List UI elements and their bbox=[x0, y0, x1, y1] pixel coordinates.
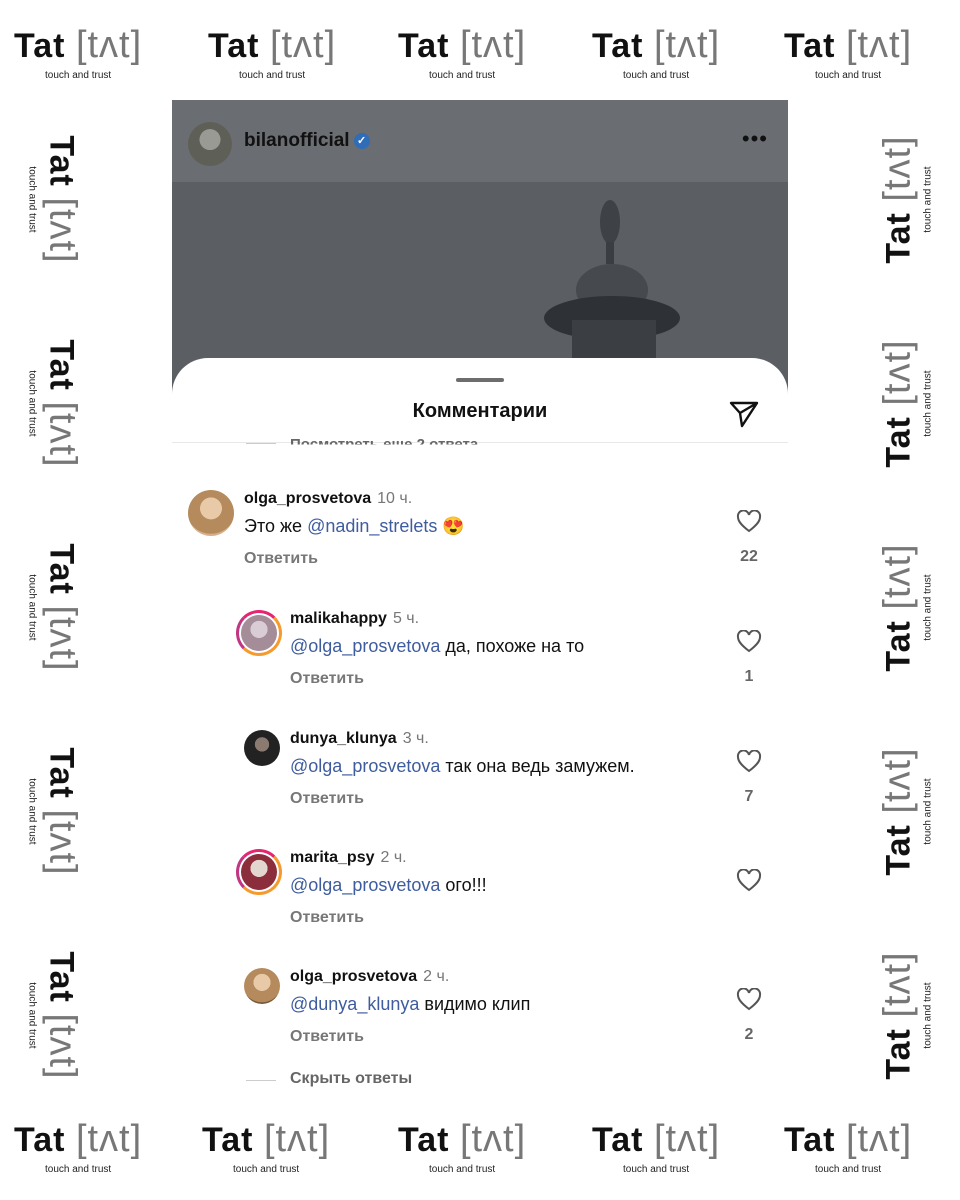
reply-button[interactable]: Ответить bbox=[290, 670, 364, 688]
watermark-logo: Tat [tʌt] touch and trust bbox=[26, 543, 84, 672]
comment-username[interactable]: olga_prosvetova 10 ч. bbox=[244, 490, 412, 508]
watermark-logo: Tat [tʌt] touch and trust bbox=[398, 24, 527, 81]
comment-text: @olga_prosvetova так она ведь замужем. bbox=[290, 756, 635, 776]
comment-username[interactable]: dunya_klunya 3 ч. bbox=[290, 730, 429, 748]
post-author-username[interactable]: bilanofficial ✓ bbox=[244, 130, 370, 152]
watermark-logo: Tat [tʌt] touch and trust bbox=[202, 1118, 331, 1175]
watermark-logo: Tat [tʌt] touch and trust bbox=[876, 747, 934, 876]
watermark-logo: Tat [tʌt] touch and trust bbox=[784, 1118, 913, 1175]
mention-link[interactable]: @nadin_strelets bbox=[307, 516, 437, 536]
comment-username[interactable]: olga_prosvetova 2 ч. bbox=[290, 968, 449, 986]
comment-username[interactable]: marita_psy 2 ч. bbox=[290, 849, 407, 867]
avatar[interactable] bbox=[236, 849, 282, 895]
watermark-logo: Tat [tʌt] touch and trust bbox=[876, 339, 934, 468]
watermark-logo: Tat [tʌt] touch and trust bbox=[592, 1118, 721, 1175]
comment-text: @olga_prosvetova ого!!! bbox=[290, 875, 487, 895]
divider bbox=[246, 1080, 276, 1081]
watermark-logo: Tat [tʌt] touch and trust bbox=[26, 951, 84, 1080]
comment-username[interactable]: malikahappy 5 ч. bbox=[290, 610, 419, 628]
watermark-logo: Tat [tʌt] touch and trust bbox=[14, 24, 143, 81]
watermark-logo: Tat [tʌt] touch and trust bbox=[26, 747, 84, 876]
like-count: 7 bbox=[744, 788, 754, 805]
avatar[interactable] bbox=[244, 730, 280, 766]
more-options-icon[interactable]: ••• bbox=[742, 126, 768, 152]
watermark-logo: Tat [tʌt] touch and trust bbox=[26, 339, 84, 468]
watermark-logo: Tat [tʌt] touch and trust bbox=[876, 543, 934, 672]
reply-button[interactable]: Ответить bbox=[290, 790, 364, 808]
post-header: bilanofficial ✓ ••• bbox=[172, 100, 788, 182]
instagram-screenshot: bilanofficial✓ ••• Комментарии Посмотрет… bbox=[172, 100, 788, 1096]
mention-link[interactable]: @dunya_klunya bbox=[290, 994, 419, 1014]
like-count: 2 bbox=[744, 1026, 754, 1043]
heart-icon[interactable] bbox=[736, 869, 762, 893]
mention-link[interactable]: @olga_prosvetova bbox=[290, 875, 440, 895]
reply-button[interactable]: Ответить bbox=[290, 909, 364, 927]
watermark-logo: Tat [tʌt] touch and trust bbox=[26, 135, 84, 264]
reply-button[interactable]: Ответить bbox=[244, 550, 318, 568]
heart-icon[interactable] bbox=[736, 510, 762, 534]
watermark-logo: Tat [tʌt] touch and trust bbox=[208, 24, 337, 81]
watermark-logo: Tat [tʌt] touch and trust bbox=[398, 1118, 527, 1175]
avatar[interactable] bbox=[188, 490, 234, 536]
watermark-logo: Tat [tʌt] touch and trust bbox=[784, 24, 913, 81]
drag-handle[interactable] bbox=[456, 378, 504, 382]
comment-time: 2 ч. bbox=[423, 968, 450, 985]
comment-time: 3 ч. bbox=[402, 730, 429, 747]
like-count: 22 bbox=[740, 548, 758, 565]
mention-link[interactable]: @olga_prosvetova bbox=[290, 636, 440, 656]
watermark-logo: Tat [tʌt] touch and trust bbox=[876, 135, 934, 264]
avatar[interactable] bbox=[236, 610, 282, 656]
hide-replies-link[interactable]: Скрыть ответы bbox=[290, 1070, 412, 1088]
avatar[interactable] bbox=[244, 968, 280, 1004]
heart-icon[interactable] bbox=[736, 630, 762, 654]
sheet-title: Комментарии bbox=[412, 400, 548, 422]
watermark-logo: Tat [tʌt] touch and trust bbox=[592, 24, 721, 81]
heart-eyes-emoji: 😍 bbox=[442, 516, 465, 536]
heart-icon[interactable] bbox=[736, 988, 762, 1012]
comment-text: @olga_prosvetova да, похоже на то bbox=[290, 636, 585, 656]
comment-text: @dunya_klunya видимо клип bbox=[290, 994, 531, 1014]
post-author-avatar[interactable] bbox=[188, 122, 232, 166]
verified-badge-icon: ✓ bbox=[353, 133, 370, 149]
comment-time: 5 ч. bbox=[392, 610, 420, 627]
watermark-logo: Tat [tʌt] touch and trust bbox=[876, 951, 934, 1080]
divider bbox=[246, 443, 276, 444]
watermark-logo: Tat [tʌt] touch and trust bbox=[14, 1118, 143, 1175]
like-count: 1 bbox=[744, 668, 754, 685]
mention-link[interactable]: @olga_prosvetova bbox=[290, 756, 440, 776]
comment-text: Это же @nadin_strelets 😍 bbox=[244, 516, 465, 536]
comment-time: 2 ч. bbox=[380, 849, 407, 866]
heart-icon[interactable] bbox=[736, 750, 762, 774]
send-icon[interactable] bbox=[728, 398, 760, 430]
reply-button[interactable]: Ответить bbox=[290, 1028, 364, 1046]
comment-time: 10 ч. bbox=[377, 490, 413, 507]
